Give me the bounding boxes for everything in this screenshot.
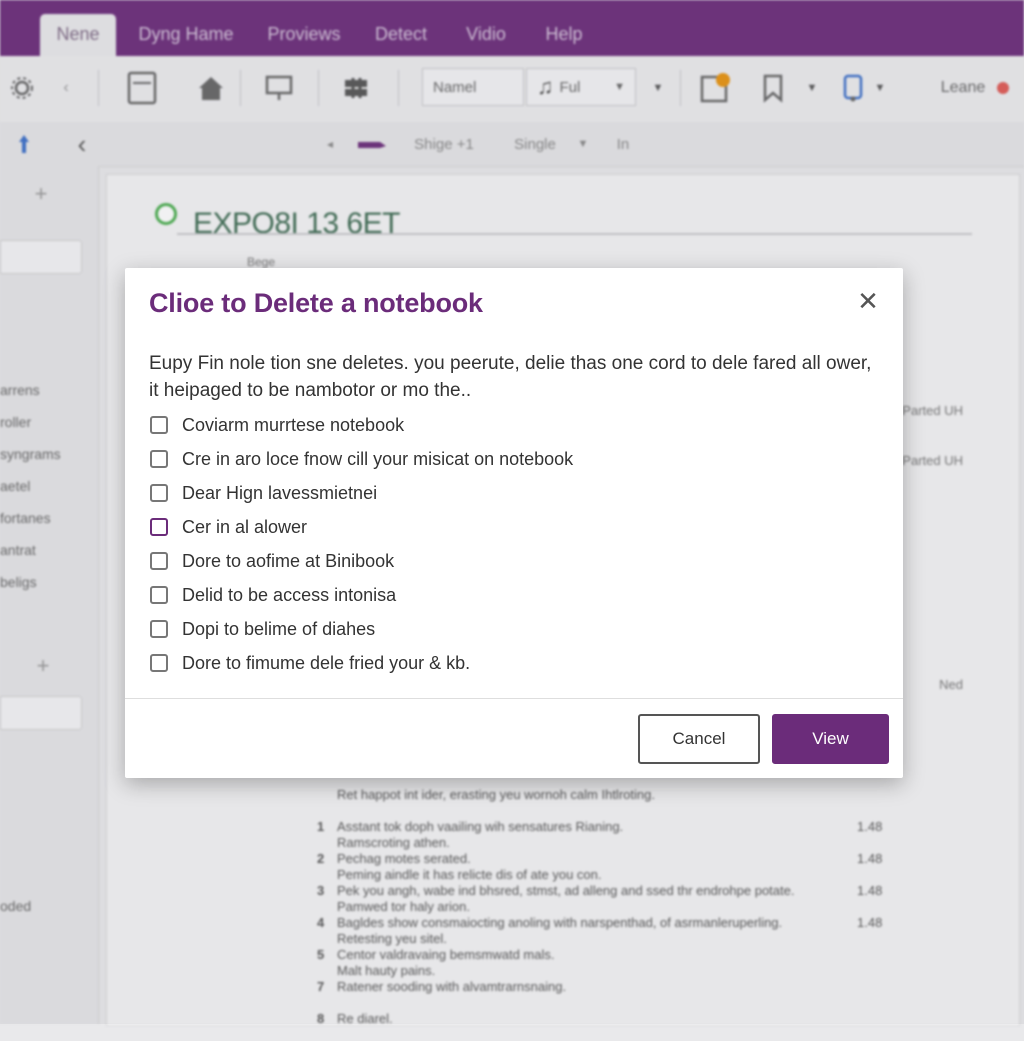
option-checkbox-row[interactable]: Dear Hign lavessmietnei [150,480,377,506]
option-checkbox-row[interactable]: Dopi to belime of diahes [150,616,375,642]
checkbox[interactable] [150,552,168,570]
checkbox[interactable] [150,450,168,468]
checkbox[interactable] [150,484,168,502]
option-checkbox-row[interactable]: Coviarm murrtese notebook [150,412,404,438]
option-label: Dear Hign lavessmietnei [182,482,378,503]
dialog-footer-divider [125,698,903,699]
dialog-title: Clioe to Delete a notebook [149,288,483,318]
checkbox-focused[interactable] [150,518,168,536]
checkbox[interactable] [150,416,168,434]
option-label: Coviarm murrtese notebook [182,414,405,435]
option-checkbox-row[interactable]: Dore to fimume dele fried your & kb. [150,650,470,676]
option-label: Cer in al alower [182,516,308,537]
close-icon[interactable]: ✕ [853,286,883,316]
option-checkbox-row[interactable]: Delid to be access intonisa [150,582,396,608]
option-checkbox-row[interactable]: Dore to aofime at Binibook [150,548,394,574]
dialog-message: Eupy Fin nole tion sne deletes. you peer… [149,353,872,401]
delete-notebook-dialog: Clioe to Delete a notebook ✕ Eupy Fin no… [125,268,903,778]
option-label: Dore to fimume dele fried your & kb. [182,652,471,673]
option-label: Delid to be access intonisa [182,584,397,605]
view-button[interactable]: View [772,714,889,764]
checkbox[interactable] [150,586,168,604]
option-checkbox-row[interactable]: Cre in aro loce fnow cill your misicat o… [150,446,573,472]
option-label: Cre in aro loce fnow cill your misicat o… [182,448,574,469]
option-label: Dopi to belime of diahes [182,618,376,639]
checkbox[interactable] [150,620,168,638]
option-checkbox-row[interactable]: Cer in al alower [150,514,307,540]
cancel-button[interactable]: Cancel [638,714,760,764]
option-label: Dore to aofime at Binibook [182,550,395,571]
checkbox[interactable] [150,654,168,672]
